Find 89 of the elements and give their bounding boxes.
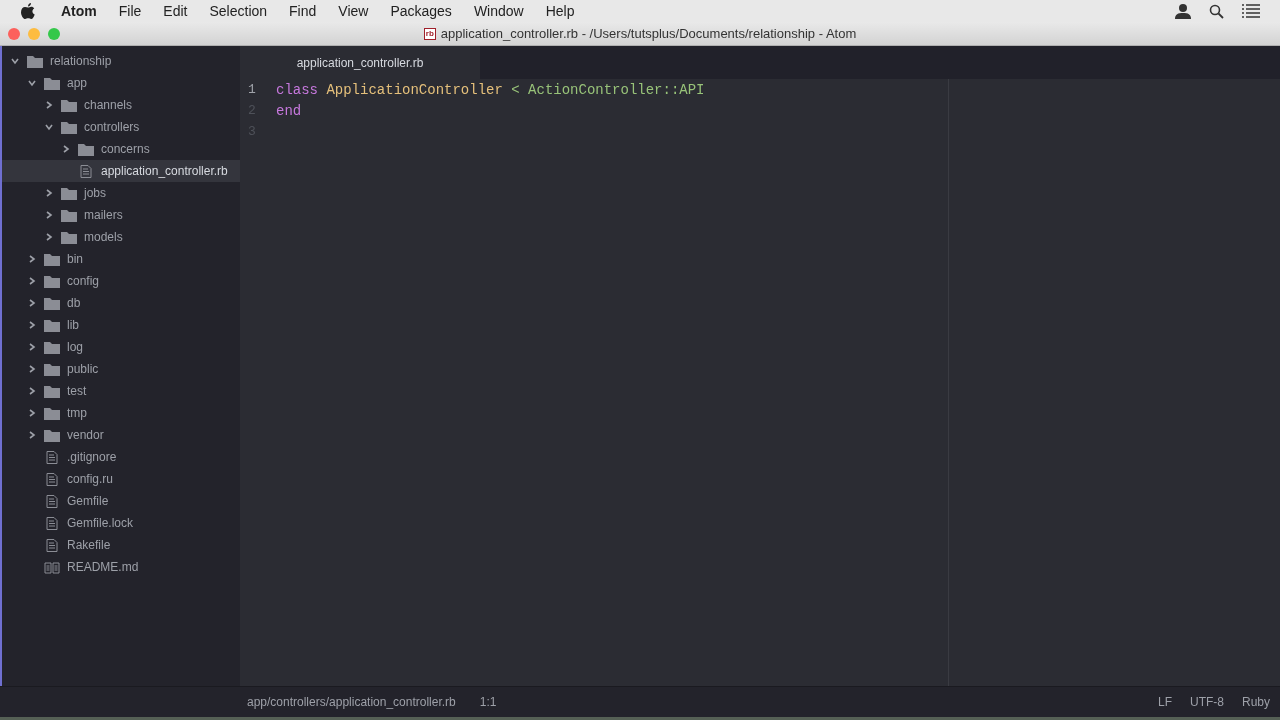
menu-item[interactable]: Selection (198, 3, 279, 19)
tree-item[interactable]: .gitignore (2, 446, 240, 468)
tree-item[interactable]: test (2, 380, 240, 402)
chevron-right-icon[interactable] (27, 276, 37, 286)
chevron-right-icon[interactable] (27, 430, 37, 440)
chevron-right-icon[interactable] (44, 188, 54, 198)
tree-item[interactable]: relationship (2, 50, 240, 72)
tree-item[interactable]: controllers (2, 116, 240, 138)
cursor-position[interactable]: 1:1 (479, 695, 497, 709)
line-number: 1 (247, 82, 257, 97)
folder-icon (27, 54, 43, 68)
editor-tab[interactable]: application_controller.rb (240, 46, 480, 79)
list-icon[interactable] (1242, 4, 1260, 18)
folder-icon (44, 318, 60, 332)
tree-item[interactable]: concerns (2, 138, 240, 160)
tree-item[interactable]: vendor (2, 424, 240, 446)
folder-icon (44, 406, 60, 420)
tree-item[interactable]: jobs (2, 182, 240, 204)
folder-icon (44, 428, 60, 442)
tree-item[interactable]: public (2, 358, 240, 380)
menu-item[interactable]: Edit (152, 3, 199, 19)
tree-item[interactable]: Gemfile.lock (2, 512, 240, 534)
folder-icon (78, 142, 94, 156)
file-type-badge: rb (423, 27, 436, 40)
tree-item[interactable]: config (2, 270, 240, 292)
file-icon (78, 164, 94, 178)
chevron-right-icon[interactable] (27, 320, 37, 330)
window-title: application_controller.rb - /Users/tutsplus/Documents/relationship - Atom (440, 26, 857, 41)
tree-item[interactable]: models (2, 226, 240, 248)
folder-icon (44, 384, 60, 398)
chevron-right-icon[interactable] (44, 232, 54, 242)
menu-item[interactable]: Find (278, 3, 328, 19)
tree-item[interactable]: tmp (2, 402, 240, 424)
code-line: end (276, 102, 302, 119)
tree-item[interactable]: Gemfile (2, 490, 240, 512)
menu-item[interactable]: View (327, 3, 380, 19)
menu-item[interactable]: File (107, 3, 153, 19)
menu-item[interactable]: Help (534, 3, 586, 19)
file-icon (44, 494, 60, 508)
code-line: class ApplicationController < ActionController::API (276, 81, 705, 98)
line-ending[interactable]: LF (1157, 695, 1172, 709)
encoding[interactable]: UTF-8 (1190, 695, 1224, 709)
folder-icon (44, 252, 60, 266)
tree-item[interactable]: app (2, 72, 240, 94)
file-icon (44, 450, 60, 464)
file-icon (44, 472, 60, 486)
chevron-right-icon[interactable] (27, 364, 37, 374)
tree-item[interactable]: application_controller.rb (2, 160, 240, 182)
folder-icon (61, 186, 77, 200)
folder-icon (61, 98, 77, 112)
tree-item[interactable]: bin (2, 248, 240, 270)
chevron-down-icon[interactable] (44, 122, 54, 132)
chevron-right-icon[interactable] (27, 408, 37, 418)
chevron-right-icon[interactable] (27, 254, 37, 264)
chevron-right-icon[interactable] (61, 144, 71, 154)
tree-item[interactable]: db (2, 292, 240, 314)
tree-item[interactable]: lib (2, 314, 240, 336)
folder-icon (44, 296, 60, 310)
folder-icon (61, 230, 77, 244)
grammar[interactable]: Ruby (1242, 695, 1270, 709)
chevron-right-icon[interactable] (27, 298, 37, 308)
chevron-right-icon[interactable] (27, 386, 37, 396)
user-icon[interactable] (1175, 3, 1191, 19)
tree-item[interactable]: mailers (2, 204, 240, 226)
tree-item[interactable]: config.ru (2, 468, 240, 490)
folder-icon (61, 120, 77, 134)
folder-icon (44, 362, 60, 376)
chevron-down-icon[interactable] (10, 56, 20, 66)
tree-item[interactable]: log (2, 336, 240, 358)
search-icon[interactable] (1209, 3, 1224, 19)
menu-item[interactable]: Window (462, 3, 535, 19)
book-icon (44, 560, 60, 574)
folder-icon (44, 76, 60, 90)
file-icon (44, 516, 60, 530)
tree-item[interactable]: Rakefile (2, 534, 240, 556)
chevron-right-icon[interactable] (44, 210, 54, 220)
chevron-right-icon[interactable] (44, 100, 54, 110)
chevron-right-icon[interactable] (27, 342, 37, 352)
chevron-down-icon[interactable] (27, 78, 37, 88)
apple-logo-icon[interactable] (20, 2, 36, 20)
tree-item[interactable]: channels (2, 94, 240, 116)
menu-item[interactable]: Packages (379, 3, 463, 19)
folder-icon (61, 208, 77, 222)
file-path[interactable]: app/controllers/application_controller.rb (247, 695, 456, 709)
tree-item[interactable]: README.md (2, 556, 240, 578)
menu-item[interactable]: Atom (50, 3, 108, 19)
folder-icon (44, 274, 60, 288)
folder-icon (44, 340, 60, 354)
file-icon (44, 538, 60, 552)
